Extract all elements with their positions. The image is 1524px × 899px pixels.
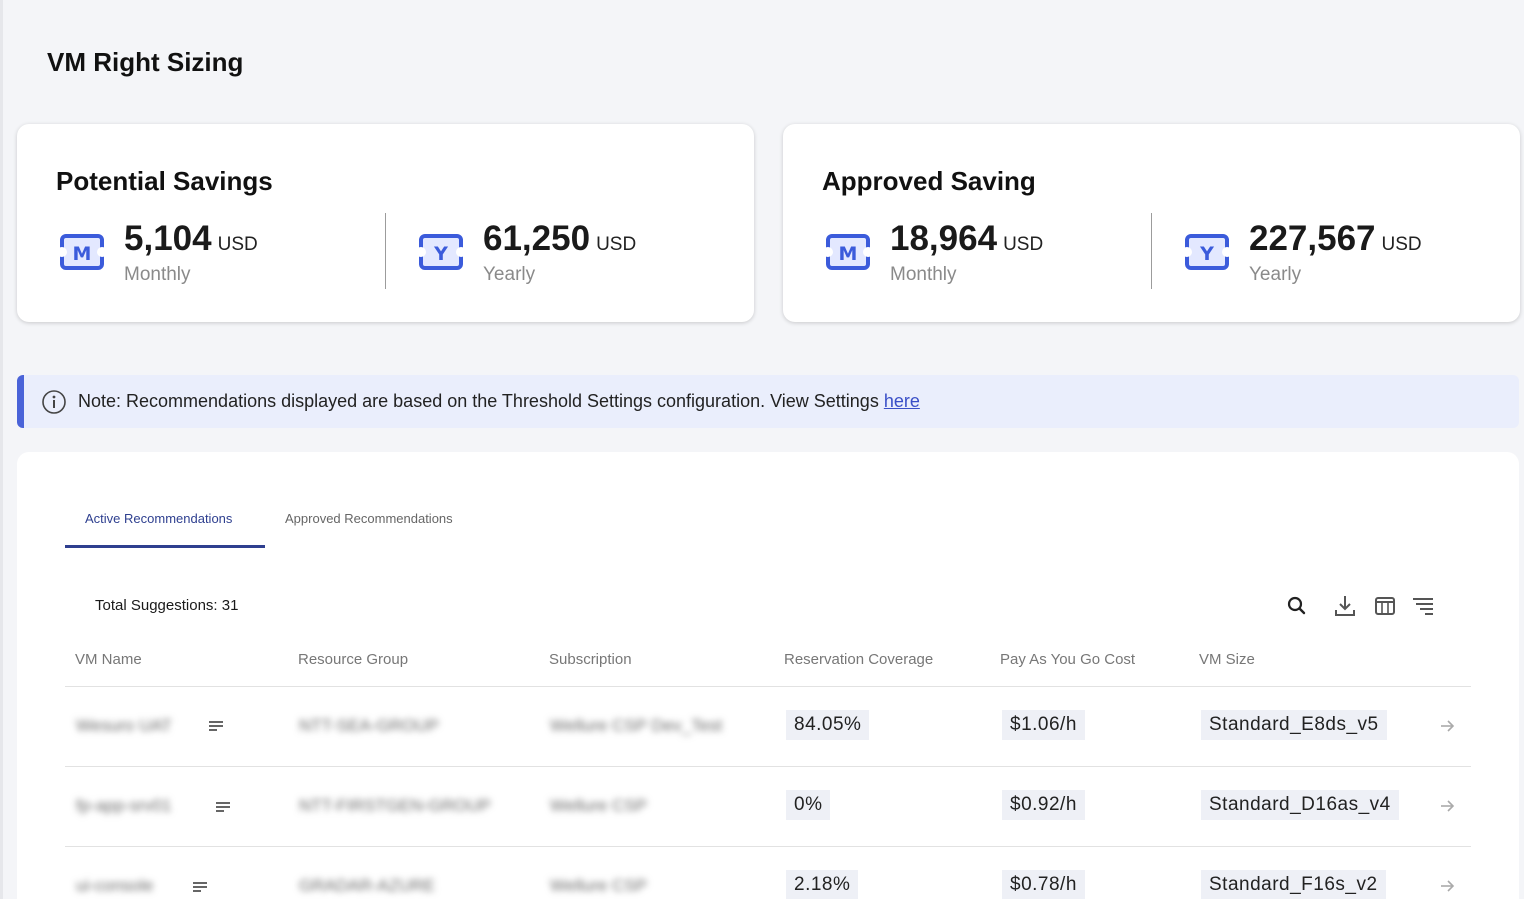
coverage-cell: 0% xyxy=(786,790,831,820)
monthly-value: 5,104 USD xyxy=(124,219,258,258)
card-title: Approved Saving xyxy=(822,166,1036,196)
potential-savings-card: Potential Savings M 5,104 USD Monthly Y 6… xyxy=(17,124,754,322)
column-header-subscription[interactable]: Subscription xyxy=(549,651,632,668)
column-header-vm-size[interactable]: VM Size xyxy=(1199,651,1255,668)
yearly-value: 227,567 USD xyxy=(1249,219,1422,258)
tab-approved-recommendations[interactable]: Approved Recommendations xyxy=(285,511,453,526)
window-edge xyxy=(0,0,3,899)
svg-text:M: M xyxy=(73,243,92,265)
cost-cell: $0.78/h xyxy=(1002,870,1085,899)
subscription-cell: Wellure CSP xyxy=(550,796,647,815)
cost-cell: $1.06/h xyxy=(1002,710,1085,740)
vm-name-cell: ui-console xyxy=(76,876,154,895)
resource-group-cell: GRADAR-AZURE xyxy=(299,876,436,895)
vm-name-cell: Wesuro UAT xyxy=(76,716,172,735)
resource-group-cell: NTT-SEA-GROUP xyxy=(299,716,439,735)
recommendations-panel: Active Recommendations Approved Recommen… xyxy=(17,452,1519,899)
monthly-value: 18,964 USD xyxy=(890,219,1044,258)
vm-size-cell: Standard_E8ds_v5 xyxy=(1201,710,1387,740)
yearly-label: Yearly xyxy=(1249,264,1302,285)
svg-text:Y: Y xyxy=(1199,243,1214,265)
vm-size-cell: Standard_F16s_v2 xyxy=(1201,870,1386,899)
resource-group-cell: NTT-FIRSTGEN-GROUP xyxy=(299,796,491,815)
row-divider xyxy=(65,846,1471,847)
coverage-cell: 2.18% xyxy=(786,870,859,899)
subscription-cell: Wellure CSP Dev_Test xyxy=(550,716,723,735)
column-header-payg-cost[interactable]: Pay As You Go Cost xyxy=(1000,651,1135,668)
calendar-y-icon: Y xyxy=(1184,234,1230,270)
details-icon[interactable] xyxy=(192,881,208,893)
columns-icon[interactable] xyxy=(1372,593,1398,619)
card-title: Potential Savings xyxy=(56,166,273,196)
note-text: Note: Recommendations displayed are base… xyxy=(78,391,920,411)
yearly-label: Yearly xyxy=(483,264,536,285)
header-divider xyxy=(65,686,1471,687)
row-divider xyxy=(65,766,1471,767)
details-icon[interactable] xyxy=(215,801,231,813)
divider xyxy=(1151,213,1152,289)
info-icon xyxy=(42,390,66,414)
column-header-vm-name[interactable]: VM Name xyxy=(75,651,142,668)
vm-name-cell: fp-app-srv01 xyxy=(76,796,172,815)
filter-icon[interactable] xyxy=(1410,593,1436,619)
arrow-right-icon[interactable] xyxy=(1438,877,1456,895)
yearly-value: 61,250 USD xyxy=(483,219,637,258)
approved-saving-card: Approved Saving M 18,964 USD Monthly Y 22… xyxy=(783,124,1520,322)
calendar-m-icon: M xyxy=(59,234,105,270)
search-icon[interactable] xyxy=(1284,593,1310,619)
column-header-resource-group[interactable]: Resource Group xyxy=(298,651,408,668)
column-header-reservation-coverage[interactable]: Reservation Coverage xyxy=(784,651,933,668)
monthly-label: Monthly xyxy=(124,264,191,285)
svg-text:M: M xyxy=(839,243,858,265)
vm-size-cell: Standard_D16as_v4 xyxy=(1201,790,1399,820)
subscription-cell: Wellure CSP xyxy=(550,876,647,895)
calendar-m-icon: M xyxy=(825,234,871,270)
download-icon[interactable] xyxy=(1332,593,1358,619)
divider xyxy=(385,213,386,289)
calendar-y-icon: Y xyxy=(418,234,464,270)
arrow-right-icon[interactable] xyxy=(1438,797,1456,815)
monthly-label: Monthly xyxy=(890,264,957,285)
arrow-right-icon[interactable] xyxy=(1438,717,1456,735)
cost-cell: $0.92/h xyxy=(1002,790,1085,820)
svg-text:Y: Y xyxy=(433,243,448,265)
total-suggestions: Total Suggestions: 31 xyxy=(95,597,239,614)
tab-active-recommendations[interactable]: Active Recommendations xyxy=(85,511,232,526)
threshold-note-banner: Note: Recommendations displayed are base… xyxy=(17,375,1519,428)
page-title: VM Right Sizing xyxy=(47,47,244,77)
details-icon[interactable] xyxy=(208,720,224,732)
coverage-cell: 84.05% xyxy=(786,710,870,740)
active-tab-indicator xyxy=(65,545,265,548)
settings-link[interactable]: here xyxy=(884,391,920,411)
